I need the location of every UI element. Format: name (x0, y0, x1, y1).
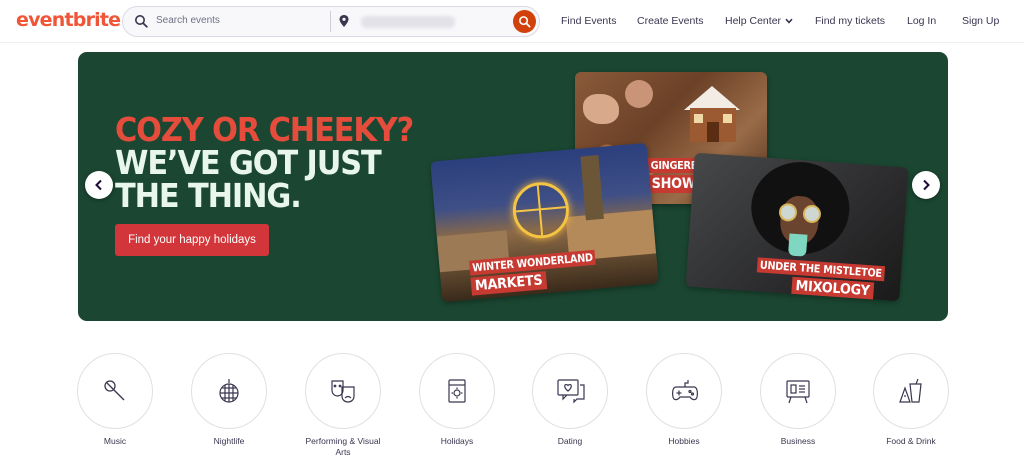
category-business[interactable]: Business (760, 353, 836, 447)
category-hobbies[interactable]: Hobbies (646, 353, 722, 447)
mixology-caption: UNDER THE MISTLETOE MIXOLOGY (755, 253, 902, 301)
chevron-down-icon (785, 18, 793, 24)
hero-banner[interactable]: COZY OR CHEEKY? WE’VE GOT JUST THE THING… (78, 52, 948, 321)
chat-heart-icon (557, 379, 585, 404)
search-submit-button[interactable] (513, 10, 536, 33)
nav-help-center-label: Help Center (725, 15, 782, 27)
category-circle[interactable] (191, 353, 267, 429)
search-divider (330, 11, 331, 32)
caption-bottom: MIXOLOGY (791, 276, 874, 301)
nav-find-my-tickets[interactable]: Find my tickets (815, 15, 885, 27)
location-input[interactable] (361, 16, 455, 28)
category-label: Food & Drink (886, 436, 936, 446)
hero-headline-line2: WE’VE GOT JUST (115, 143, 382, 182)
category-holidays[interactable]: Holidays (419, 353, 495, 447)
search-icon (519, 16, 531, 28)
ferris-wheel-shape (510, 179, 572, 241)
category-circle[interactable] (760, 353, 836, 429)
nav-find-events[interactable]: Find Events (561, 15, 616, 27)
search-icon (135, 15, 148, 28)
cocktail-glass-shape (787, 233, 808, 257)
category-circle[interactable] (646, 353, 722, 429)
category-label: Dating (557, 436, 583, 446)
top-navigation-bar: eventbrite Search events Find Events Cre… (0, 0, 1024, 43)
category-circle[interactable] (532, 353, 608, 429)
nav-create-events[interactable]: Create Events (637, 15, 704, 27)
carousel-prev-button[interactable] (85, 171, 113, 199)
location-pin-icon (339, 15, 349, 27)
nav-help-center[interactable]: Help Center (725, 15, 793, 27)
food-drink-icon (899, 378, 922, 403)
disco-ball-icon (219, 379, 239, 403)
microphone-icon (104, 380, 125, 401)
caption-bottom: MARKETS (470, 271, 547, 296)
category-performing-visual-arts[interactable]: Performing & Visual Arts (305, 353, 381, 458)
category-circle[interactable] (305, 353, 381, 429)
hand-shape (625, 80, 653, 108)
category-music[interactable]: Music (77, 353, 153, 447)
category-label: Nightlife (213, 436, 245, 446)
category-dating[interactable]: Dating (532, 353, 608, 447)
gamepad-icon (672, 380, 698, 401)
theater-masks-icon (331, 380, 355, 403)
category-food-drink[interactable]: Food & Drink (873, 353, 949, 447)
category-label: Music (103, 436, 127, 446)
mixology-photo: UNDER THE MISTLETOE MIXOLOGY (685, 152, 909, 302)
hero-headline-line3: THE THING. (115, 176, 302, 215)
gingerbread-house-illustration (684, 86, 740, 142)
category-nightlife[interactable]: Nightlife (191, 353, 267, 447)
nav-sign-up[interactable]: Sign Up (962, 15, 999, 27)
chevron-left-icon (95, 179, 102, 191)
search-bar: Search events (122, 6, 540, 37)
winter-market-photo: WINTER WONDERLAND MARKETS (430, 142, 659, 303)
category-label: Hobbies (668, 436, 700, 446)
search-input[interactable]: Search events (156, 15, 220, 26)
eventbrite-logo[interactable]: eventbrite (16, 9, 121, 31)
carousel-next-button[interactable] (912, 171, 940, 199)
category-circle[interactable] (77, 353, 153, 429)
category-label: Business (780, 436, 816, 446)
hero-headline-line1: COZY OR CHEEKY? (115, 110, 414, 149)
clock-tower-shape (580, 155, 604, 221)
presentation-board-icon (786, 380, 810, 404)
find-happy-holidays-button[interactable]: Find your happy holidays (115, 224, 269, 256)
caption-top: UNDER THE MISTLETOE (756, 257, 885, 282)
category-circle[interactable] (873, 353, 949, 429)
nav-log-in[interactable]: Log In (907, 15, 936, 27)
category-label: Holidays (440, 436, 474, 446)
hand-shape (583, 94, 619, 124)
category-circle[interactable] (419, 353, 495, 429)
calendar-sun-icon (448, 379, 466, 403)
chevron-right-icon (923, 179, 930, 191)
